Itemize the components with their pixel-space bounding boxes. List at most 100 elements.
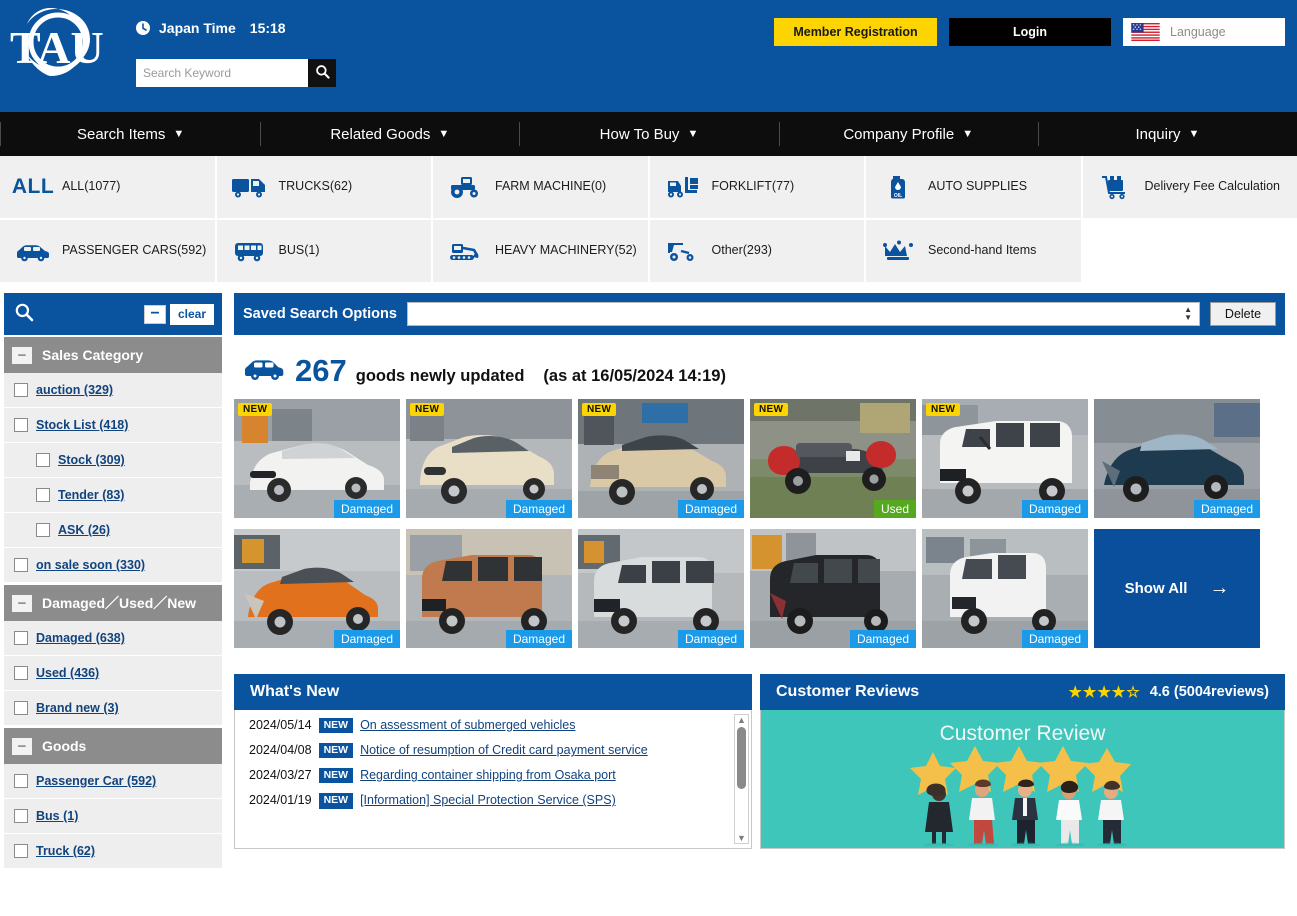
filter-label[interactable]: Passenger Car (592)	[36, 774, 156, 788]
nav-inquiry[interactable]: Inquiry ▼	[1037, 112, 1297, 156]
sidebar-group-condition[interactable]: − Damaged／Used／New	[4, 585, 222, 621]
checkbox[interactable]	[14, 774, 28, 788]
new-badge: NEW	[410, 403, 445, 416]
scroll-down-icon[interactable]: ▼	[737, 833, 746, 843]
svg-text:OIL: OIL	[894, 193, 902, 199]
category-all[interactable]: ALL ALL(1077)	[0, 156, 215, 218]
main-column: Saved Search Options ▲ ▼ Delete 267 goods…	[222, 282, 1297, 896]
checkbox[interactable]	[36, 523, 50, 537]
filter-label[interactable]: Tender (83)	[58, 488, 124, 502]
nav-label: How To Buy	[599, 125, 680, 143]
category-other[interactable]: Other(293)	[649, 220, 864, 282]
sidebar-collapse-button[interactable]: −	[144, 304, 166, 324]
search-input[interactable]	[136, 59, 308, 87]
whats-new-scrollbar[interactable]: ▲ ▼	[734, 714, 749, 844]
filter-on-sale-soon[interactable]: on sale soon (330)	[4, 548, 222, 583]
filter-stock[interactable]: Stock (309)	[4, 443, 222, 478]
category-label: Delivery Fee Calculation	[1144, 179, 1280, 194]
filter-label[interactable]: Brand new (3)	[36, 701, 119, 715]
news-link[interactable]: Regarding container shipping from Osaka …	[360, 768, 616, 782]
nav-company-profile[interactable]: Company Profile ▼	[778, 112, 1038, 156]
news-item[interactable]: 2024/01/19 NEW [Information] Special Prote…	[249, 793, 729, 809]
filter-brand-new[interactable]: Brand new (3)	[4, 691, 222, 726]
vehicle-thumbnail[interactable]: NEW Damaged	[578, 399, 744, 518]
news-item[interactable]: 2024/04/08 NEW Notice of resumption of Cre…	[249, 743, 729, 759]
vehicle-thumbnail[interactable]: NEW Damaged	[234, 399, 400, 518]
language-selector[interactable]: Language	[1123, 18, 1285, 46]
filter-label[interactable]: ASK (26)	[58, 523, 110, 537]
vehicle-thumbnail[interactable]: NEW Damaged	[406, 399, 572, 518]
saved-search-select[interactable]: ▲ ▼	[406, 302, 1200, 326]
category-auto-supplies[interactable]: OIL AUTO SUPPLIES	[866, 156, 1081, 218]
customer-review-banner[interactable]: Customer Review	[760, 710, 1285, 849]
minus-icon: −	[12, 594, 32, 612]
vehicle-thumbnail[interactable]: Damaged	[922, 529, 1088, 648]
login-button[interactable]: Login	[949, 18, 1111, 46]
filter-label[interactable]: on sale soon (330)	[36, 558, 145, 572]
filter-label[interactable]: Stock (309)	[58, 453, 125, 467]
category-passenger-cars[interactable]: PASSENGER CARS(592)	[0, 220, 215, 282]
filter-label[interactable]: auction (329)	[36, 383, 113, 397]
news-link[interactable]: On assessment of submerged vehicles	[360, 718, 575, 732]
category-farm-machine[interactable]: FARM MACHINE(0)	[433, 156, 648, 218]
vehicle-thumbnail[interactable]: Damaged	[1094, 399, 1260, 518]
tau-logo[interactable]: TAU	[6, 7, 116, 80]
show-all-button[interactable]: Show All →	[1094, 529, 1260, 648]
filter-bus[interactable]: Bus (1)	[4, 799, 222, 834]
category-heavy-machinery[interactable]: HEAVY MACHINERY(52)	[433, 220, 648, 282]
filter-passenger-car[interactable]: Passenger Car (592)	[4, 764, 222, 799]
scroll-up-icon[interactable]: ▲	[737, 715, 746, 725]
filter-used[interactable]: Used (436)	[4, 656, 222, 691]
sidebar-group-goods[interactable]: − Goods	[4, 728, 222, 764]
category-trucks[interactable]: TRUCKS(62)	[216, 156, 431, 218]
saved-search-label: Saved Search Options	[243, 306, 397, 322]
vehicle-thumbnail[interactable]: Damaged	[234, 529, 400, 648]
news-link[interactable]: Notice of resumption of Credit card paym…	[360, 743, 648, 757]
clear-filters-button[interactable]: clear	[170, 303, 214, 325]
filter-damaged[interactable]: Damaged (638)	[4, 621, 222, 656]
search-submit-button[interactable]	[308, 59, 336, 87]
checkbox[interactable]	[14, 844, 28, 858]
vehicle-thumbnail[interactable]: Damaged	[750, 529, 916, 648]
delete-saved-search-button[interactable]: Delete	[1210, 302, 1276, 326]
car-icon	[14, 234, 52, 268]
filter-ask[interactable]: ASK (26)	[4, 513, 222, 548]
filter-tender[interactable]: Tender (83)	[4, 478, 222, 513]
filter-label[interactable]: Used (436)	[36, 666, 99, 680]
nav-search-items[interactable]: Search Items ▼	[1, 112, 260, 156]
nav-related-goods[interactable]: Related Goods ▼	[260, 112, 519, 156]
saved-search-bar: Saved Search Options ▲ ▼ Delete	[234, 293, 1285, 335]
checkbox[interactable]	[14, 418, 28, 432]
checkbox[interactable]	[14, 701, 28, 715]
filter-truck[interactable]: Truck (62)	[4, 834, 222, 869]
checkbox[interactable]	[36, 453, 50, 467]
filter-label[interactable]: Truck (62)	[36, 844, 95, 858]
news-item[interactable]: 2024/05/14 NEW On assessment of submerged …	[249, 718, 729, 734]
news-link[interactable]: [Information] Special Protection Service…	[360, 793, 616, 807]
vehicle-thumbnail[interactable]: Damaged	[578, 529, 744, 648]
category-bus[interactable]: BUS(1)	[216, 220, 431, 282]
filter-auction[interactable]: auction (329)	[4, 373, 222, 408]
group-title: Sales Category	[42, 347, 144, 363]
news-item[interactable]: 2024/03/27 NEW Regarding container shippin…	[249, 768, 729, 784]
filter-label[interactable]: Stock List (418)	[36, 418, 128, 432]
scroll-thumb[interactable]	[737, 727, 746, 789]
checkbox[interactable]	[14, 383, 28, 397]
sidebar-group-sales-category[interactable]: − Sales Category	[4, 337, 222, 373]
checkbox[interactable]	[14, 809, 28, 823]
vehicle-thumbnail[interactable]: Damaged	[406, 529, 572, 648]
checkbox[interactable]	[36, 488, 50, 502]
nav-how-to-buy[interactable]: How To Buy ▼	[519, 112, 778, 156]
checkbox[interactable]	[14, 558, 28, 572]
category-forklift[interactable]: FORKLIFT(77)	[649, 156, 864, 218]
checkbox[interactable]	[14, 666, 28, 680]
filter-stock-list[interactable]: Stock List (418)	[4, 408, 222, 443]
category-second-hand-items[interactable]: Second-hand Items	[866, 220, 1081, 282]
filter-label[interactable]: Damaged (638)	[36, 631, 125, 645]
vehicle-thumbnail[interactable]: NEW Used	[750, 399, 916, 518]
member-registration-button[interactable]: Member Registration	[774, 18, 937, 46]
checkbox[interactable]	[14, 631, 28, 645]
category-delivery-fee[interactable]: Delivery Fee Calculation	[1082, 156, 1297, 218]
filter-label[interactable]: Bus (1)	[36, 809, 78, 823]
vehicle-thumbnail[interactable]: NEW Damaged	[922, 399, 1088, 518]
